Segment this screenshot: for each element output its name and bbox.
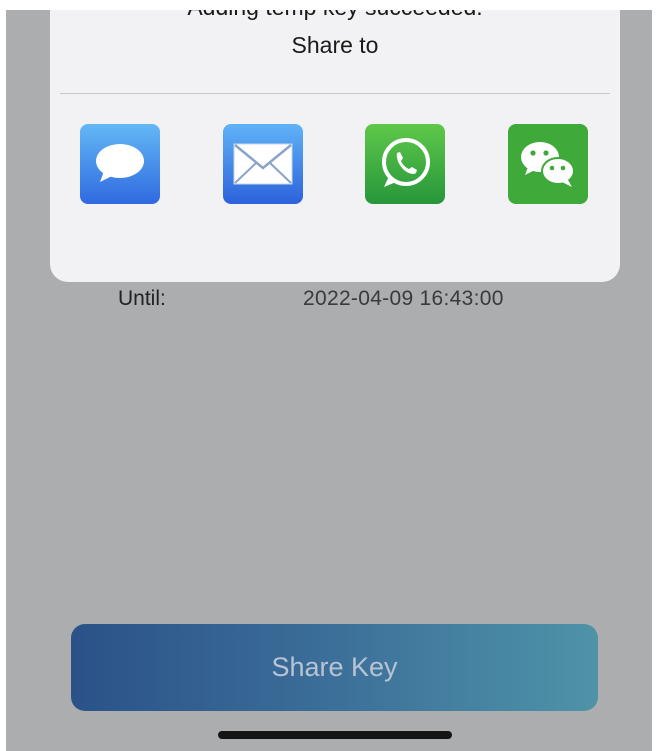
image-border-right [652,0,659,751]
share-sheet-subtitle: Share to [291,32,379,58]
share-sheet: Adding temp key succeeded. Share to [50,10,620,282]
share-mail-button[interactable] [223,124,303,204]
sheet-divider [60,93,610,94]
whatsapp-phone-icon [382,138,430,187]
home-indicator[interactable] [218,731,452,739]
image-border-left [0,0,6,751]
share-messages-button[interactable] [80,124,160,204]
share-whatsapp-button[interactable] [365,124,445,204]
envelope-icon [233,143,293,185]
app-screen: Adding temp key succeeded. Share to [6,10,652,751]
image-border-top [0,0,659,10]
share-targets-row [50,124,620,204]
share-key-button[interactable]: Share Key [71,624,598,711]
until-datetime-value: 2022-04-09 16:43:00 [303,287,504,310]
share-sheet-title: Adding temp key succeeded. [50,10,620,22]
until-label: Until: [118,287,166,310]
speech-bubble-icon [96,144,144,182]
share-wechat-button[interactable] [508,124,588,204]
wechat-bubbles-icon [521,142,575,187]
